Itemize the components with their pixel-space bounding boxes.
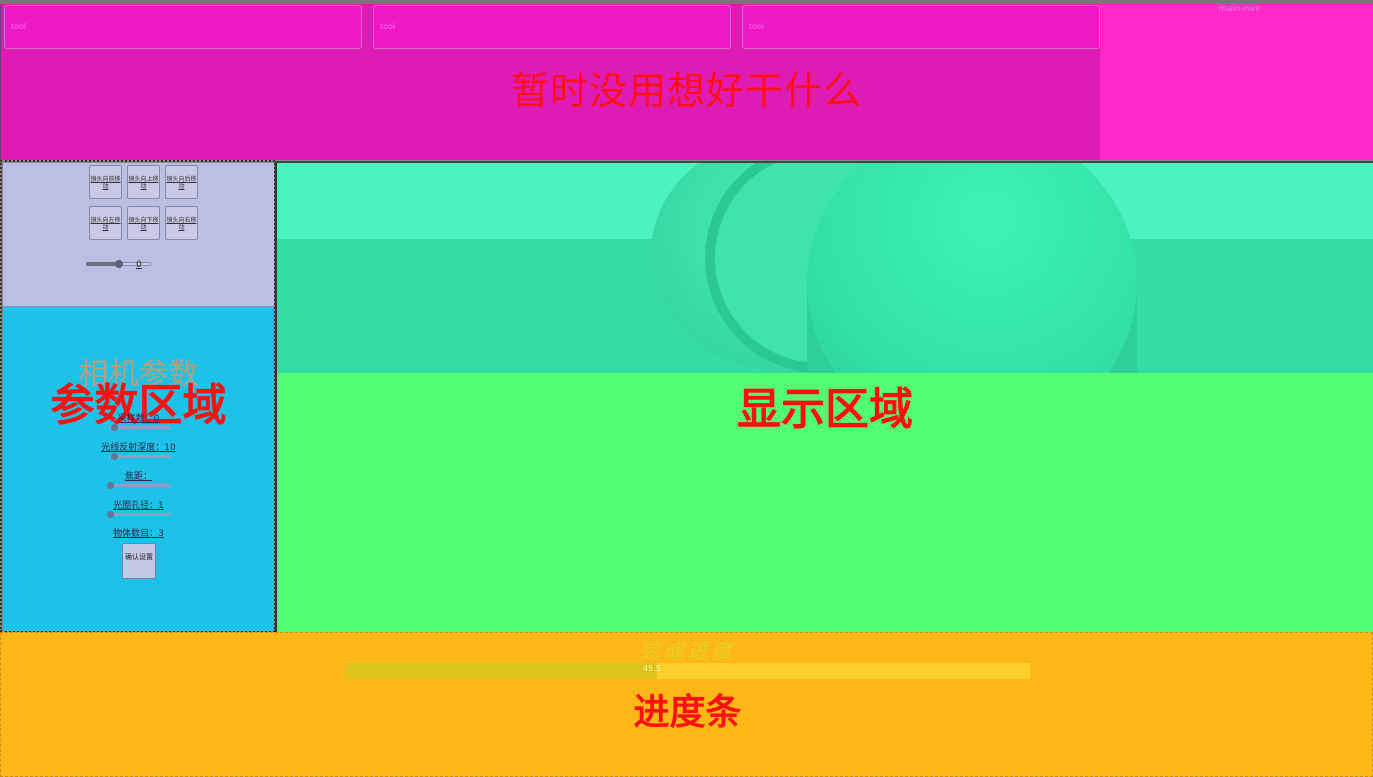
params-area: 相机参数 参数区域 采样数：0 光线反射深度：10 焦距： 光圈孔径：1 物体数… xyxy=(3,307,274,631)
header: tool tool tool main-nav 暂时没用想好干什么 xyxy=(0,4,1373,160)
camera-right-button[interactable]: 镜头向右移动 xyxy=(165,206,198,240)
progress-bar: 45.5 xyxy=(345,663,1030,679)
focal-slider-handle[interactable] xyxy=(107,482,114,489)
progress-value: 45.5 xyxy=(643,664,661,673)
header-box-3[interactable]: tool xyxy=(742,5,1100,49)
camera-controls: 镜头向前移动 镜头向上移动 镜头向后移动 镜头向左移动 镜头向下移动 镜头向右移… xyxy=(3,163,274,307)
header-box-label: tool xyxy=(11,22,27,31)
zoom-slider-fill xyxy=(86,262,118,266)
nav-label: main-nav xyxy=(1218,4,1261,14)
camera-up-button[interactable]: 镜头向上移动 xyxy=(127,165,160,199)
display-title: 显示区域 xyxy=(737,384,913,435)
samples-slider-handle[interactable] xyxy=(111,424,118,431)
left-panel: 镜头向前移动 镜头向上移动 镜头向后移动 镜头向左移动 镜头向下移动 镜头向右移… xyxy=(0,160,275,632)
header-title: 暂时没用想好干什么 xyxy=(510,69,862,113)
header-box-label: tool xyxy=(380,22,396,31)
samples-slider[interactable] xyxy=(109,426,171,429)
progress-ghost-title: 完成进度 xyxy=(639,639,736,663)
display-area: 显示区域 xyxy=(275,161,1373,632)
header-box-1[interactable]: tool xyxy=(4,5,362,49)
render-canvas xyxy=(277,163,1373,373)
depth-slider-handle[interactable] xyxy=(111,453,118,460)
camera-back-button[interactable]: 镜头向后移动 xyxy=(165,165,198,199)
header-box-label: tool xyxy=(749,22,765,31)
aperture-slider[interactable] xyxy=(109,513,171,516)
focal-slider[interactable] xyxy=(109,484,171,487)
header-box-2[interactable]: tool xyxy=(373,5,731,49)
aperture-label: 光圈孔径：1 xyxy=(113,501,164,511)
progress-title: 进度条 xyxy=(633,692,742,733)
focal-label: 焦距： xyxy=(124,472,152,482)
render-sphere-metal xyxy=(807,163,1137,373)
camera-down-button[interactable]: 镜头向下移动 xyxy=(127,206,160,240)
confirm-settings-button[interactable]: 确认设置 xyxy=(122,543,156,579)
zoom-slider-handle[interactable] xyxy=(115,260,123,268)
camera-forward-button[interactable]: 镜头向前移动 xyxy=(89,165,122,199)
aperture-slider-handle[interactable] xyxy=(107,511,114,518)
progress-bar-fill xyxy=(345,663,657,679)
camera-left-button[interactable]: 镜头向左移动 xyxy=(89,206,122,240)
progress-area: 完成进度 45.5 进度条 xyxy=(0,632,1373,777)
samples-label: 采样数：0 xyxy=(117,414,160,424)
objects-label: 物体数目：3 xyxy=(113,529,164,539)
depth-slider[interactable] xyxy=(109,455,171,458)
zoom-value: 0 xyxy=(136,260,142,270)
depth-label: 光线反射深度：10 xyxy=(101,443,176,453)
